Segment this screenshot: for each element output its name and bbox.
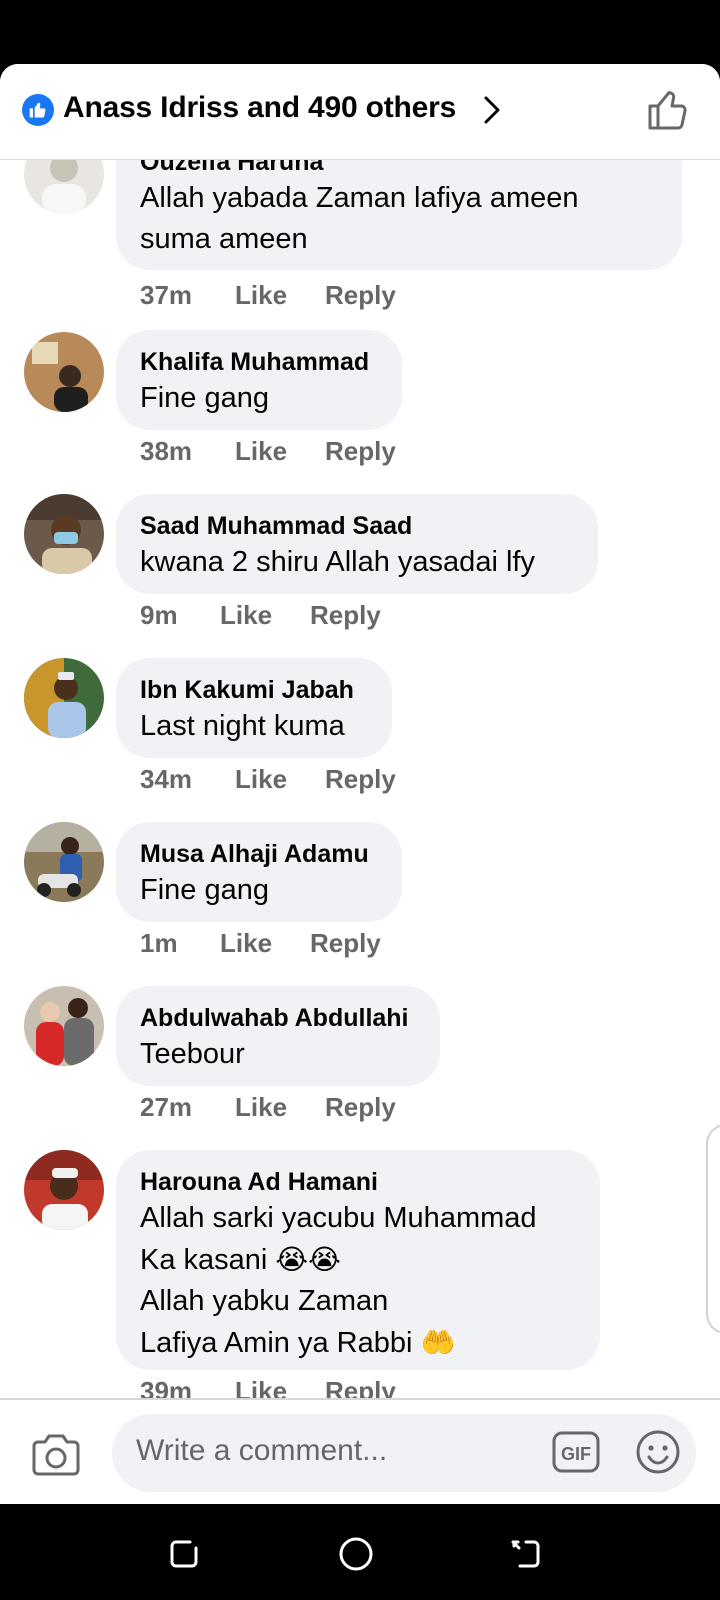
crying-emoji: 😭😭 (275, 1243, 341, 1276)
status-bar (0, 0, 720, 64)
recents-icon[interactable] (164, 1534, 204, 1574)
comment-item: Khalifa Muhammad Fine gang 38m Like Repl… (0, 330, 720, 480)
reply-link[interactable]: Reply (325, 436, 396, 467)
comment-item: Ibn Kakumi Jabah Last night kuma 34m Lik… (0, 658, 720, 808)
commenter-name[interactable]: Abdulwahab Abdullahi (140, 1002, 416, 1034)
reply-link[interactable]: Reply (325, 1092, 396, 1123)
comment-composer: Write a comment... GIF (0, 1398, 720, 1504)
comments-sheet: Anass Idriss and 490 others Ouzeifa Haru… (0, 64, 720, 1504)
avatar[interactable] (24, 494, 104, 574)
commenter-name[interactable]: Ouzeifa Haruna (140, 160, 658, 178)
comment-text-line: Allah sarki yacubu Muhammad (140, 1202, 537, 1234)
comment-text-line: Ka kasani 😭😭 (140, 1239, 576, 1281)
comment-item: Harouna Ad Hamani Allah sarki yacubu Muh… (0, 1150, 720, 1398)
like-reaction-icon (22, 94, 54, 126)
comment-bubble[interactable]: Ibn Kakumi Jabah Last night kuma (116, 658, 392, 758)
avatar[interactable] (24, 986, 104, 1066)
avatar[interactable] (24, 160, 104, 214)
reply-link[interactable]: Reply (325, 1376, 396, 1398)
comment-text: Fine gang (140, 382, 269, 414)
like-link[interactable]: Like (235, 1092, 325, 1123)
reply-link[interactable]: Reply (325, 764, 396, 795)
comment-text: Teebour (140, 1038, 245, 1070)
reply-link[interactable]: Reply (310, 928, 381, 959)
home-icon[interactable] (336, 1534, 376, 1574)
comment-input[interactable]: Write a comment... GIF (112, 1414, 696, 1492)
comment-bubble[interactable]: Harouna Ad Hamani Allah sarki yacubu Muh… (116, 1150, 600, 1370)
like-link[interactable]: Like (235, 436, 325, 467)
chevron-right-icon[interactable] (478, 90, 506, 130)
comment-bubble[interactable]: Ouzeifa Haruna Allah yabada Zaman lafiya… (116, 160, 682, 270)
comment-input-placeholder[interactable]: Write a comment... (136, 1434, 387, 1468)
reply-link[interactable]: Reply (325, 280, 396, 311)
comment-actions: 34m Like Reply (140, 764, 396, 795)
comment-text: Last night kuma (140, 710, 345, 742)
reaction-summary[interactable]: Anass Idriss and 490 others (63, 91, 456, 125)
commenter-name[interactable]: Musa Alhaji Adamu (140, 838, 378, 870)
reply-link[interactable]: Reply (310, 600, 381, 631)
emoji-picker-icon[interactable] (634, 1428, 682, 1476)
comment-item: Ouzeifa Haruna Allah yabada Zaman lafiya… (0, 160, 720, 310)
system-nav-bar (0, 1504, 720, 1600)
comment-bubble[interactable]: Musa Alhaji Adamu Fine gang (116, 822, 402, 922)
comment-text-fragment: Ka kasani (140, 1244, 268, 1276)
comment-text: Fine gang (140, 874, 269, 906)
comment-actions: 37m Like Reply (140, 280, 396, 311)
comment-bubble[interactable]: Saad Muhammad Saad kwana 2 shiru Allah y… (116, 494, 598, 594)
avatar[interactable] (24, 822, 104, 902)
comment-list[interactable]: Ouzeifa Haruna Allah yabada Zaman lafiya… (0, 160, 720, 1398)
comment-time[interactable]: 34m (140, 764, 235, 795)
commenter-name[interactable]: Khalifa Muhammad (140, 346, 378, 378)
comment-time[interactable]: 9m (140, 600, 220, 631)
comment-item: Saad Muhammad Saad kwana 2 shiru Allah y… (0, 494, 720, 644)
palms-up-emoji: 🤲 (420, 1326, 456, 1359)
comment-text-line: Lafiya Amin ya Rabbi 🤲 (140, 1322, 576, 1364)
gif-icon[interactable]: GIF (552, 1430, 600, 1474)
comment-text: kwana 2 shiru Allah yasadai lfy (140, 546, 535, 578)
like-link[interactable]: Like (235, 280, 325, 311)
like-link[interactable]: Like (220, 928, 310, 959)
side-handle[interactable] (706, 1124, 720, 1334)
avatar[interactable] (24, 1150, 104, 1230)
comment-time[interactable]: 1m (140, 928, 220, 959)
like-link[interactable]: Like (235, 1376, 325, 1398)
comment-time[interactable]: 37m (140, 280, 235, 311)
comment-actions: 9m Like Reply (140, 600, 381, 631)
thumbs-up-icon[interactable] (644, 86, 692, 134)
comment-bubble[interactable]: Khalifa Muhammad Fine gang (116, 330, 402, 430)
comment-item: Musa Alhaji Adamu Fine gang 1m Like Repl… (0, 822, 720, 972)
commenter-name[interactable]: Saad Muhammad Saad (140, 510, 574, 542)
comment-time[interactable]: 38m (140, 436, 235, 467)
commenter-name[interactable]: Ibn Kakumi Jabah (140, 674, 368, 706)
comment-actions: 1m Like Reply (140, 928, 381, 959)
comment-item: Abdulwahab Abdullahi Teebour 27m Like Re… (0, 986, 720, 1136)
comment-actions: 27m Like Reply (140, 1092, 396, 1123)
avatar[interactable] (24, 658, 104, 738)
comment-text: Allah yabada Zaman lafiya ameen suma ame… (140, 182, 579, 255)
comment-text-line: Allah yabku Zaman (140, 1285, 389, 1317)
reactions-header[interactable]: Anass Idriss and 490 others (0, 64, 720, 160)
comment-bubble[interactable]: Abdulwahab Abdullahi Teebour (116, 986, 440, 1086)
commenter-name[interactable]: Harouna Ad Hamani (140, 1166, 576, 1198)
like-link[interactable]: Like (235, 764, 325, 795)
gif-label: GIF (561, 1444, 591, 1464)
comment-time[interactable]: 27m (140, 1092, 235, 1123)
comment-text-fragment: Lafiya Amin ya Rabbi (140, 1327, 413, 1359)
comment-actions: 39m Like Reply (140, 1376, 396, 1398)
camera-icon[interactable] (30, 1432, 82, 1478)
like-link[interactable]: Like (220, 600, 310, 631)
comment-actions: 38m Like Reply (140, 436, 396, 467)
back-icon[interactable] (506, 1534, 546, 1574)
avatar[interactable] (24, 332, 104, 412)
comment-time[interactable]: 39m (140, 1376, 235, 1398)
